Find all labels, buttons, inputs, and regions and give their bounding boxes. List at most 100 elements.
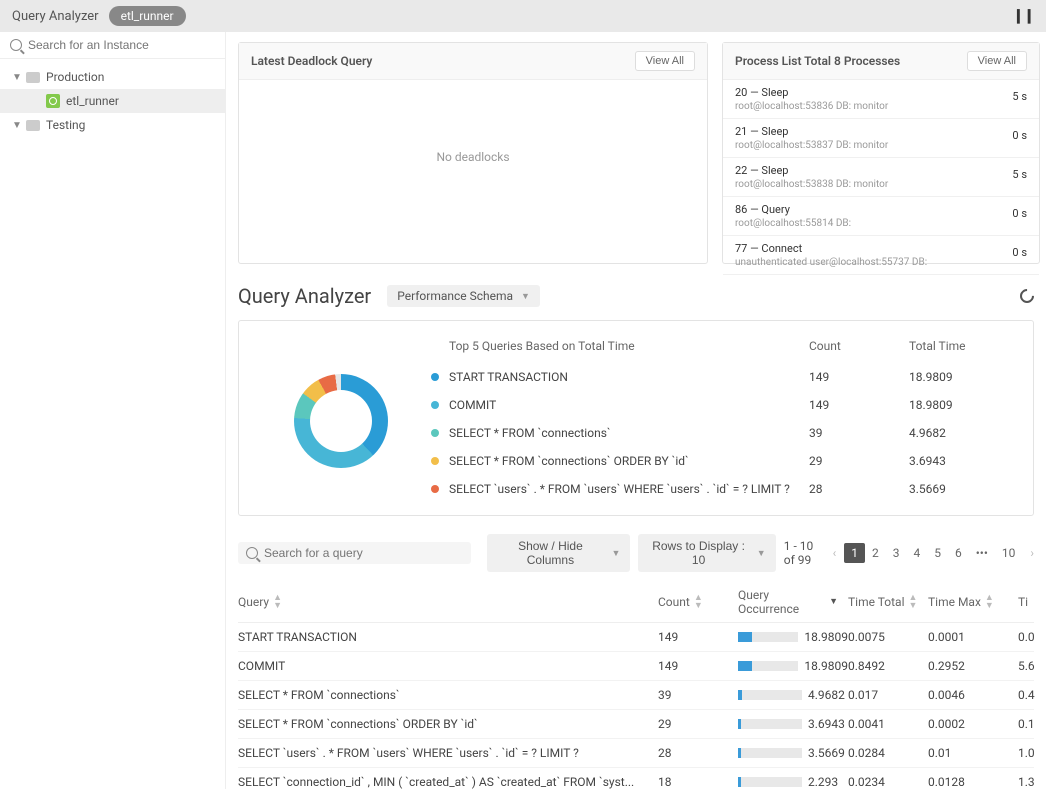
process-list: 20 — Sleeproot@localhost:53836 DB: monit…: [723, 80, 1039, 275]
page-4[interactable]: 4: [906, 543, 927, 563]
top5-head-total: Total Time: [909, 339, 1009, 353]
row-time-total: 0.0234: [848, 775, 928, 789]
process-sub: root@localhost:53838 DB: monitor: [735, 179, 888, 190]
top5-donut-chart: [294, 374, 388, 468]
col-time-cut[interactable]: Ti: [1018, 588, 1046, 616]
table-row[interactable]: SELECT * FROM `connections` ORDER BY `id…: [238, 710, 1034, 739]
row-time-cut: 5.6: [1018, 659, 1046, 673]
col-query[interactable]: Query▲▼: [238, 588, 658, 616]
col-occurrence[interactable]: Query Occurrence▼: [738, 588, 848, 616]
top5-head-count: Count: [809, 339, 909, 353]
page-2[interactable]: 2: [865, 543, 886, 563]
row-time-cut: 0.1: [1018, 717, 1046, 731]
sidebar-search[interactable]: [0, 32, 225, 59]
show-hide-columns-button[interactable]: Show / Hide Columns ▼: [487, 534, 630, 572]
table-row[interactable]: START TRANSACTION14918.98090.00750.00010…: [238, 623, 1034, 652]
top5-row[interactable]: START TRANSACTION14918.9809: [431, 363, 1021, 391]
page-10[interactable]: 10: [995, 543, 1023, 563]
page-next-icon[interactable]: ›: [1030, 546, 1034, 560]
query-search[interactable]: [238, 542, 471, 564]
top5-query: SELECT `users` . * FROM `users` WHERE `u…: [449, 482, 809, 496]
process-item[interactable]: 77 — Connectunauthenticated user@localho…: [723, 236, 1039, 275]
qa-mode-label: Performance Schema: [397, 289, 513, 303]
query-search-input[interactable]: [264, 546, 463, 560]
page-prev-icon[interactable]: ‹: [833, 546, 837, 560]
top5-row[interactable]: COMMIT14918.9809: [431, 391, 1021, 419]
sidebar-group-testing[interactable]: ▼ Testing: [0, 113, 225, 137]
process-sub: root@localhost:53836 DB: monitor: [735, 101, 888, 112]
process-head: 86 — Query: [735, 203, 851, 216]
process-head: 77 — Connect: [735, 242, 927, 255]
table-row[interactable]: SELECT * FROM `connections`394.96820.017…: [238, 681, 1034, 710]
process-time: 5 s: [1012, 164, 1027, 190]
row-time-total: 0.0284: [848, 746, 928, 760]
process-panel: Process List Total 8 Processes View All …: [722, 42, 1040, 264]
top5-head-query: Top 5 Queries Based on Total Time: [449, 339, 809, 353]
row-query: SELECT * FROM `connections` ORDER BY `id…: [238, 717, 658, 731]
page-6[interactable]: 6: [948, 543, 969, 563]
process-item[interactable]: 20 — Sleeproot@localhost:53836 DB: monit…: [723, 80, 1039, 119]
top5-row[interactable]: SELECT * FROM `connections`394.9682: [431, 419, 1021, 447]
deadlock-panel: Latest Deadlock Query View All No deadlo…: [238, 42, 708, 264]
row-occ: 4.9682: [808, 688, 845, 702]
col-time-max[interactable]: Time Max▲▼: [928, 588, 1018, 616]
refresh-icon[interactable]: [1017, 286, 1037, 306]
top5-count: 149: [809, 370, 909, 384]
sidebar-group-production[interactable]: ▼ Production: [0, 65, 225, 89]
deadlock-view-all-button[interactable]: View All: [635, 51, 695, 71]
page-range: 1 - 10 of 99: [784, 539, 825, 567]
row-time-total: 0.017: [848, 688, 928, 702]
top5-query: SELECT * FROM `connections` ORDER BY `id…: [449, 454, 809, 468]
page-5[interactable]: 5: [927, 543, 948, 563]
qa-mode-dropdown[interactable]: Performance Schema ▼: [387, 285, 540, 307]
caret-down-icon: ▼: [521, 291, 530, 302]
instance-pill[interactable]: etl_runner: [109, 6, 186, 26]
row-time-max: 0.01: [928, 746, 1018, 760]
table-row[interactable]: SELECT `connection_id` , MIN ( `created_…: [238, 768, 1034, 789]
top5-total: 4.9682: [909, 426, 1009, 440]
top5-row[interactable]: SELECT `users` . * FROM `users` WHERE `u…: [431, 475, 1021, 503]
content: Latest Deadlock Query View All No deadlo…: [226, 32, 1046, 789]
process-time: 5 s: [1012, 86, 1027, 112]
process-view-all-button[interactable]: View All: [967, 51, 1027, 71]
rows-display-label: Rows to Display : 10: [648, 539, 748, 567]
process-time: 0 s: [1012, 125, 1027, 151]
series-dot-icon: [431, 373, 439, 381]
page-breadcrumb: Query Analyzer: [12, 9, 99, 24]
process-head: 22 — Sleep: [735, 164, 888, 177]
row-count: 149: [658, 659, 738, 673]
sidebar-search-input[interactable]: [28, 38, 215, 52]
process-item[interactable]: 22 — Sleep root@localhost:53838 DB: monit…: [723, 158, 1039, 197]
row-time-cut: 0.0: [1018, 630, 1046, 644]
row-query: SELECT `connection_id` , MIN ( `created_…: [238, 775, 658, 789]
sidebar-item-etl-runner[interactable]: etl_runner: [0, 89, 225, 113]
top5-count: 28: [809, 482, 909, 496]
table-row[interactable]: SELECT `users` . * FROM `users` WHERE `u…: [238, 739, 1034, 768]
caret-down-icon: ▼: [12, 120, 22, 131]
top5-query: COMMIT: [449, 398, 809, 412]
page-•••[interactable]: •••: [969, 543, 995, 563]
row-time-max: 0.0128: [928, 775, 1018, 789]
table-row[interactable]: COMMIT14918.98090.84920.29525.6: [238, 652, 1034, 681]
col-time-total[interactable]: Time Total▲▼: [848, 588, 928, 616]
pause-icon[interactable]: ❙❙: [1013, 8, 1034, 24]
col-count[interactable]: Count▲▼: [658, 588, 738, 616]
qa-title: Query Analyzer: [238, 284, 371, 308]
occurrence-bar: [738, 719, 802, 729]
row-time-max: 0.0002: [928, 717, 1018, 731]
process-item[interactable]: 86 — Queryroot@localhost:55814 DB:0 s: [723, 197, 1039, 236]
row-time-max: 0.2952: [928, 659, 1018, 673]
row-occ: 3.5669: [808, 746, 845, 760]
caret-down-icon: ▼: [757, 548, 766, 558]
show-hide-label: Show / Hide Columns: [497, 539, 603, 567]
page-1[interactable]: 1: [844, 543, 865, 563]
top5-total: 18.9809: [909, 370, 1009, 384]
row-count: 18: [658, 775, 738, 789]
row-query: SELECT * FROM `connections`: [238, 688, 658, 702]
rows-display-button[interactable]: Rows to Display : 10 ▼: [638, 534, 775, 572]
row-occ: 3.6943: [808, 717, 845, 731]
top5-row[interactable]: SELECT * FROM `connections` ORDER BY `id…: [431, 447, 1021, 475]
row-occ: 18.9809: [804, 630, 848, 644]
process-item[interactable]: 21 — Sleeproot@localhost:53837 DB: monit…: [723, 119, 1039, 158]
page-3[interactable]: 3: [886, 543, 907, 563]
